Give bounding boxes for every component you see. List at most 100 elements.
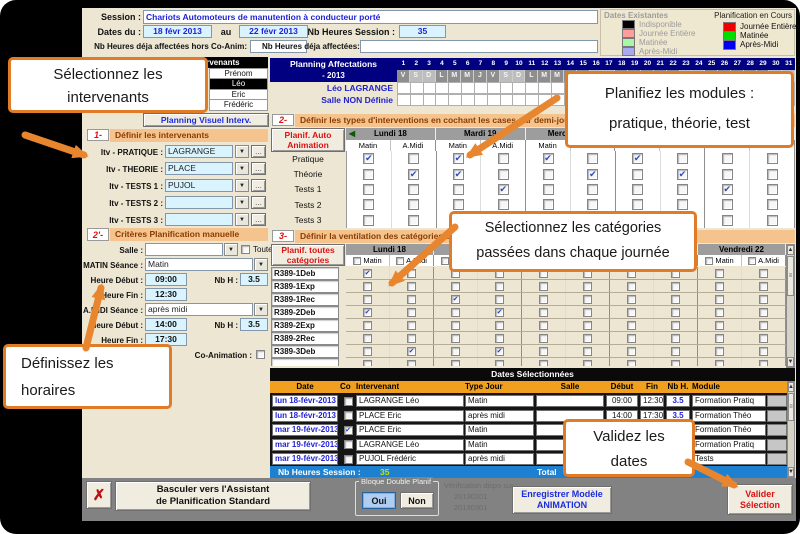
planif-checkbox[interactable] [408,199,419,210]
matin-seance-field[interactable]: Matin [145,258,253,271]
planif-checkbox[interactable] [722,215,733,226]
calendar-cell[interactable] [513,94,526,106]
categ-checkbox[interactable] [539,308,548,317]
planif-checkbox[interactable] [498,169,509,180]
categ-checkbox[interactable] [583,360,592,367]
categ-checkbox[interactable] [583,347,592,356]
calendar-cell[interactable] [424,94,437,106]
categ-checkbox[interactable]: ✔ [363,308,372,317]
calendar-cell[interactable] [397,82,411,94]
cell-nbh[interactable]: 3.5 [666,395,690,407]
itv-browse-button[interactable]: ... [251,162,266,175]
cell-intervenant[interactable]: PLACE Eric [356,424,464,436]
categ-checkbox[interactable] [451,347,460,356]
planif-checkbox[interactable] [677,153,688,164]
itv-browse-button[interactable]: ... [251,213,266,226]
cell-date[interactable]: lun 18-févr-2013 [272,395,338,407]
calendar-cell[interactable] [424,82,437,94]
categ-checkbox[interactable] [363,321,372,330]
scroll-up-icon[interactable]: ▲ [787,245,794,255]
cell-date[interactable]: mar 19-févr-2013 [272,453,338,465]
itv-browse-button[interactable]: ... [251,179,266,192]
itv-dropdown-icon[interactable]: ▼ [235,179,249,192]
calendar-cell[interactable] [475,82,488,94]
table-scrollbar[interactable]: ▲ ≡ ▼ [787,381,795,478]
planif-checkbox[interactable] [632,199,643,210]
planif-checkbox[interactable]: ✔ [408,169,419,180]
select-all-checkbox[interactable] [396,257,404,265]
categ-checkbox[interactable] [583,321,592,330]
co-checkbox[interactable] [344,440,353,449]
cell-module[interactable]: Formation Pratiq [692,439,766,451]
planif-checkbox[interactable] [498,199,509,210]
categ-checkbox[interactable] [759,334,768,343]
planif-checkbox[interactable] [543,199,554,210]
cell-intervenant[interactable]: LAGRANGE Léo [356,439,464,451]
categ-checkbox[interactable] [627,282,636,291]
categ-checkbox[interactable] [715,308,724,317]
categ-checkbox[interactable] [407,269,416,278]
co-checkbox[interactable] [344,397,353,406]
prev-day-icon[interactable]: ◀ [346,128,358,140]
planif-checkbox[interactable] [498,153,509,164]
calendar-cell[interactable] [449,94,462,106]
categ-checkbox[interactable] [671,347,680,356]
calendar-cell[interactable] [411,82,424,94]
planif-checkbox[interactable] [767,215,778,226]
calendar-cell[interactable] [501,94,514,106]
itv-browse-button[interactable]: ... [251,145,266,158]
categ-checkbox[interactable] [627,347,636,356]
categ-checkbox[interactable] [407,334,416,343]
coanim-checkbox[interactable] [256,350,265,359]
categ-checkbox[interactable] [451,360,460,367]
planif-checkbox[interactable] [767,184,778,195]
heure-debut-matin-field[interactable]: 09:00 [145,273,187,286]
calendar-cell[interactable] [501,82,514,94]
categ-checkbox[interactable]: ✔ [407,347,416,356]
calendar-cell[interactable] [539,82,552,94]
categ-checkbox[interactable] [539,347,548,356]
categ-checkbox[interactable] [451,321,460,330]
calendar-cell[interactable] [397,94,411,106]
categ-checkbox[interactable] [715,282,724,291]
planif-checkbox[interactable] [632,184,643,195]
categ-checkbox[interactable] [583,295,592,304]
enregistrer-modele-button[interactable]: Enregistrer Modèle ANIMATION [512,486,612,514]
calendar-cell[interactable] [462,94,475,106]
itv-dropdown-icon[interactable]: ▼ [235,213,249,226]
calendar-cell[interactable] [488,94,501,106]
amidi-seance-field[interactable]: après midi [145,303,253,316]
categ-checkbox[interactable] [539,360,548,367]
planif-checkbox[interactable] [767,153,778,164]
cell-date[interactable]: mar 19-févr-2013 [272,439,338,451]
planif-checkbox[interactable] [408,153,419,164]
categ-checkbox[interactable] [363,360,372,367]
co-checkbox[interactable] [344,455,353,464]
cell-module-button[interactable] [767,424,787,436]
calendar-cell[interactable] [488,82,501,94]
planif-checkbox[interactable]: ✔ [632,153,643,164]
scrollbar-thumb[interactable]: ≡ [787,256,794,296]
categ-checkbox[interactable]: ✔ [363,269,372,278]
planif-checkbox[interactable] [453,199,464,210]
planif-auto-button[interactable]: Planif. Auto Animation [271,128,345,152]
categ-checkbox[interactable] [759,269,768,278]
categ-checkbox[interactable] [715,321,724,330]
cell-module-button[interactable] [767,395,787,407]
itv-field[interactable]: PLACE [165,162,233,175]
categ-checkbox[interactable] [539,295,548,304]
categ-checkbox[interactable] [671,282,680,291]
calendar-cell[interactable] [436,82,449,94]
planif-checkbox[interactable] [453,184,464,195]
planif-checkbox[interactable] [408,215,419,226]
cell-type-jour[interactable]: après midi [465,410,534,422]
categ-checkbox[interactable] [627,360,636,367]
nbh-matin-field[interactable]: 3.5 [240,273,268,286]
valider-selection-button[interactable]: Valider Sélection [727,484,793,515]
planif-checkbox[interactable]: ✔ [498,184,509,195]
categ-checkbox[interactable] [363,282,372,291]
categ-checkbox[interactable] [715,334,724,343]
cell-module[interactable]: Tests [692,453,766,465]
itv-dropdown-icon[interactable]: ▼ [235,196,249,209]
categ-checkbox[interactable] [627,334,636,343]
